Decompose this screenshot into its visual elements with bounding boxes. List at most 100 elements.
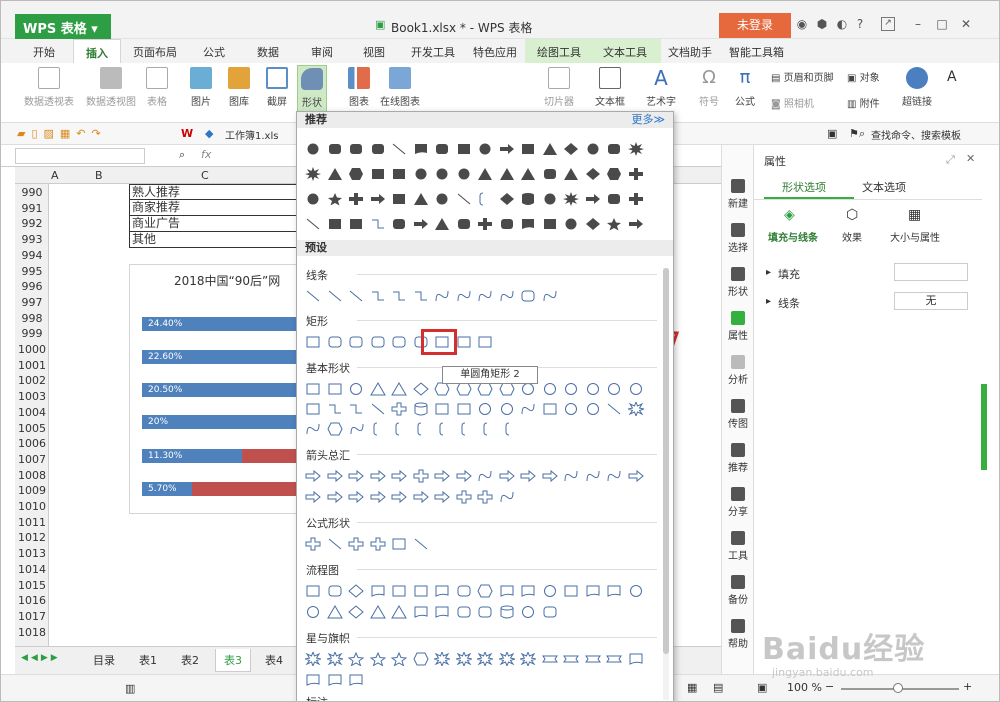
shape-circle-icon[interactable]: [456, 167, 472, 181]
shape-hex-icon[interactable]: [455, 382, 472, 396]
shape-arrow-icon[interactable]: [434, 490, 450, 504]
shape-doc-icon[interactable]: [585, 584, 601, 598]
help-icon[interactable]: ?: [853, 17, 867, 31]
shape-plus-icon[interactable]: [348, 192, 364, 206]
shape-arrow-icon[interactable]: [391, 469, 407, 483]
subtab-size-properties[interactable]: 大小与属性: [890, 229, 940, 244]
shape-round-icon[interactable]: [606, 192, 622, 206]
shape-arrow-icon[interactable]: [628, 217, 644, 231]
shape-round-icon[interactable]: [327, 335, 343, 349]
shape-line-icon[interactable]: [370, 402, 386, 416]
shape-diamond-icon[interactable]: [348, 584, 364, 598]
shape-plus-icon[interactable]: [370, 537, 386, 551]
embedded-chart[interactable]: 2018中国“90后”网 24.40% 22.60% 20.50% 20% 11…: [129, 264, 312, 514]
shape-line-icon[interactable]: [391, 142, 407, 156]
shape-circle-icon[interactable]: [434, 167, 450, 181]
menu-data[interactable]: 数据: [257, 44, 279, 60]
panel-scrollbar-thumb[interactable]: [663, 268, 669, 654]
row-header[interactable]: 1005: [15, 422, 49, 435]
skin-icon[interactable]: ◉: [795, 17, 809, 31]
quick-access-icons[interactable]: ▰▯▨▦↶↷: [17, 127, 107, 140]
side-tool-5[interactable]: 传图: [722, 399, 754, 430]
shape-hex-icon[interactable]: [327, 422, 343, 436]
shape-plus-icon[interactable]: [628, 167, 644, 181]
shape-tri-icon[interactable]: [434, 217, 450, 231]
shape-rect-icon[interactable]: [456, 402, 472, 416]
menu-text-tools[interactable]: 文本工具: [603, 44, 647, 60]
line-value[interactable]: 无: [894, 292, 968, 310]
shape-star-icon[interactable]: [391, 652, 407, 666]
shape-rect-icon[interactable]: [391, 192, 407, 206]
side-tool-6[interactable]: 推荐: [722, 443, 754, 474]
menu-developer[interactable]: 开发工具: [411, 44, 455, 60]
row-header[interactable]: 1010: [15, 500, 49, 513]
shape-circle-icon[interactable]: [628, 382, 644, 396]
shape-doc-icon[interactable]: [327, 673, 343, 687]
wordart-button[interactable]: A 艺术字: [641, 67, 681, 108]
shape-curve-icon[interactable]: [606, 469, 622, 483]
shape-star-icon[interactable]: [606, 217, 622, 231]
shape-diamond-icon[interactable]: [585, 167, 601, 181]
row-header[interactable]: 1011: [15, 516, 49, 529]
zoom-slider-thumb[interactable]: [893, 683, 903, 693]
shape-circle-icon[interactable]: [305, 142, 321, 156]
shape-burst-icon[interactable]: [627, 142, 644, 156]
shape-line-icon[interactable]: [606, 402, 622, 416]
menu-review[interactable]: 审阅: [311, 44, 333, 60]
shape-tri-icon[interactable]: [520, 167, 536, 181]
shape-ribbon-icon[interactable]: [541, 652, 558, 666]
pivot-chart-button[interactable]: 数据透视图: [83, 67, 139, 108]
shape-burst-icon[interactable]: [498, 652, 515, 666]
shape-elbow-icon[interactable]: [413, 289, 429, 303]
side-tool-3[interactable]: 属性: [722, 311, 754, 342]
shape-tri-icon[interactable]: [563, 167, 579, 181]
shape-diamond-icon[interactable]: [499, 192, 515, 206]
shape-arrow-icon[interactable]: [499, 469, 515, 483]
shape-arrow-icon[interactable]: [413, 490, 429, 504]
shape-bracket-icon[interactable]: [393, 422, 409, 436]
theme-icon[interactable]: ◐: [835, 17, 849, 31]
shape-curve-icon[interactable]: [520, 402, 536, 416]
shape-rect-icon[interactable]: [327, 382, 343, 396]
shape-doc-icon[interactable]: [520, 584, 536, 598]
shape-hex-icon[interactable]: [348, 167, 364, 181]
shape-doc-icon[interactable]: [434, 584, 450, 598]
shape-line-icon[interactable]: [305, 217, 321, 231]
row-header[interactable]: 1003: [15, 390, 49, 403]
column-c-header[interactable]: C: [201, 169, 209, 182]
menu-insert[interactable]: 插入: [73, 39, 121, 63]
shape-tri-icon[interactable]: [391, 605, 407, 619]
minimize-icon[interactable]: –: [911, 17, 925, 31]
text-style-icon[interactable]: A: [947, 69, 957, 85]
row-header[interactable]: 1002: [15, 374, 49, 387]
shape-round-icon[interactable]: [434, 142, 450, 156]
row-header[interactable]: 1016: [15, 594, 49, 607]
shape-round-icon[interactable]: [327, 584, 343, 598]
shape-circle-icon[interactable]: [585, 382, 601, 396]
shape-arrow-icon[interactable]: [348, 469, 364, 483]
more-link[interactable]: 更多≫: [631, 112, 665, 128]
login-button[interactable]: 未登录: [719, 13, 791, 38]
feedback-icon[interactable]: ⚑: [849, 127, 859, 140]
shape-elbow-icon[interactable]: [370, 289, 386, 303]
shape-bracket-icon[interactable]: [459, 422, 475, 436]
shape-elbow-icon[interactable]: [327, 402, 343, 416]
shape-rect-icon[interactable]: [456, 142, 472, 156]
shape-arrow-icon[interactable]: [305, 490, 321, 504]
row-header[interactable]: 996: [15, 280, 49, 293]
shape-arrow-icon[interactable]: [585, 192, 601, 206]
shape-hex-icon[interactable]: [606, 167, 622, 181]
cell-text[interactable]: 熟人推荐: [129, 184, 304, 200]
shape-diamond-icon[interactable]: [563, 142, 579, 156]
shape-round-icon[interactable]: [456, 605, 472, 619]
menu-page-layout[interactable]: 页面布局: [133, 44, 177, 60]
shape-rect-icon[interactable]: [563, 584, 579, 598]
shape-plus-icon[interactable]: [628, 192, 644, 206]
shape-round-icon[interactable]: [542, 167, 558, 181]
shape-cyl-icon[interactable]: [499, 605, 515, 619]
sheet-tab[interactable]: 表4: [265, 652, 283, 668]
view-page-icon[interactable]: ▤: [713, 681, 723, 694]
column-a-header[interactable]: A: [51, 169, 59, 182]
screenshot-button[interactable]: 截屏: [259, 67, 295, 108]
shape-curve-icon[interactable]: [349, 422, 365, 436]
